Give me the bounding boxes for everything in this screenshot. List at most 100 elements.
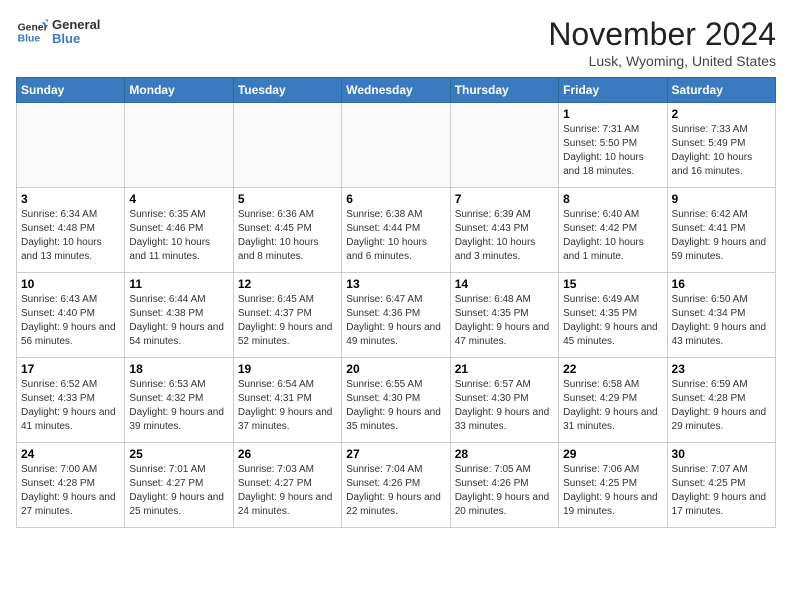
calendar-cell: 15 Sunrise: 6:49 AM Sunset: 4:35 PM Dayli… xyxy=(559,273,667,358)
calendar-cell: 26Sunrise: 7:03 AM Sunset: 4:27 PM Dayli… xyxy=(233,443,341,528)
calendar-cell: 19 Sunrise: 6:54 AM Sunset: 4:31 PM Dayli… xyxy=(233,358,341,443)
day-number: 4 xyxy=(129,192,228,206)
day-number: 29 xyxy=(563,447,662,461)
week-row-2: 3Sunrise: 6:34 AM Sunset: 4:48 PM Daylig… xyxy=(17,188,776,273)
day-info: Sunrise: 6:48 AM Sunset: 4:35 PM Dayligh… xyxy=(455,293,554,349)
day-info: Sunrise: 6:59 AM Sunset: 4:28 PM Dayligh… xyxy=(672,378,771,434)
day-info: Sunrise: 7:03 AM Sunset: 4:27 PM Dayligh… xyxy=(238,463,337,519)
day-number: 19 xyxy=(238,362,337,376)
day-info: Sunrise: 6:55 AM Sunset: 4:30 PM Dayligh… xyxy=(346,378,445,434)
header: General Blue General Blue November 2024 … xyxy=(16,16,776,69)
day-info: Sunrise: 6:49 AM Sunset: 4:35 PM Dayligh… xyxy=(563,293,662,349)
day-info: Sunrise: 7:33 AM Sunset: 5:49 PM Dayligh… xyxy=(672,123,771,179)
day-number: 24 xyxy=(21,447,120,461)
calendar-cell xyxy=(233,103,341,188)
day-number: 22 xyxy=(563,362,662,376)
calendar-header-thursday: Thursday xyxy=(450,78,558,103)
calendar-header-sunday: Sunday xyxy=(17,78,125,103)
day-number: 27 xyxy=(346,447,445,461)
calendar-cell: 13Sunrise: 6:47 AM Sunset: 4:36 PM Dayli… xyxy=(342,273,450,358)
day-number: 23 xyxy=(672,362,771,376)
calendar-cell: 14Sunrise: 6:48 AM Sunset: 4:35 PM Dayli… xyxy=(450,273,558,358)
day-info: Sunrise: 7:31 AM Sunset: 5:50 PM Dayligh… xyxy=(563,123,662,179)
logo-line2: Blue xyxy=(52,32,100,46)
calendar-cell xyxy=(342,103,450,188)
calendar-cell: 25 Sunrise: 7:01 AM Sunset: 4:27 PM Dayli… xyxy=(125,443,233,528)
day-number: 21 xyxy=(455,362,554,376)
day-info: Sunrise: 6:57 AM Sunset: 4:30 PM Dayligh… xyxy=(455,378,554,434)
svg-text:Blue: Blue xyxy=(18,34,41,45)
day-info: Sunrise: 6:47 AM Sunset: 4:36 PM Dayligh… xyxy=(346,293,445,349)
calendar-cell: 20Sunrise: 6:55 AM Sunset: 4:30 PM Dayli… xyxy=(342,358,450,443)
calendar-cell: 12Sunrise: 6:45 AM Sunset: 4:37 PM Dayli… xyxy=(233,273,341,358)
calendar-cell: 22 Sunrise: 6:58 AM Sunset: 4:29 PM Dayli… xyxy=(559,358,667,443)
day-number: 5 xyxy=(238,192,337,206)
title-block: November 2024 Lusk, Wyoming, United Stat… xyxy=(548,16,776,69)
calendar-cell: 5Sunrise: 6:36 AM Sunset: 4:45 PM Daylig… xyxy=(233,188,341,273)
logo-text: General Blue xyxy=(52,18,100,47)
calendar-cell: 23 Sunrise: 6:59 AM Sunset: 4:28 PM Dayli… xyxy=(667,358,775,443)
week-row-4: 17 Sunrise: 6:52 AM Sunset: 4:33 PM Dayli… xyxy=(17,358,776,443)
day-info: Sunrise: 6:50 AM Sunset: 4:34 PM Dayligh… xyxy=(672,293,771,349)
week-row-1: 1Sunrise: 7:31 AM Sunset: 5:50 PM Daylig… xyxy=(17,103,776,188)
calendar-header-row: SundayMondayTuesdayWednesdayThursdayFrid… xyxy=(17,78,776,103)
day-info: Sunrise: 6:42 AM Sunset: 4:41 PM Dayligh… xyxy=(672,208,771,264)
calendar-cell: 1Sunrise: 7:31 AM Sunset: 5:50 PM Daylig… xyxy=(559,103,667,188)
calendar-header-wednesday: Wednesday xyxy=(342,78,450,103)
day-info: Sunrise: 6:52 AM Sunset: 4:33 PM Dayligh… xyxy=(21,378,120,434)
logo: General Blue General Blue xyxy=(16,16,100,48)
day-info: Sunrise: 6:43 AM Sunset: 4:40 PM Dayligh… xyxy=(21,293,120,349)
calendar-cell: 16 Sunrise: 6:50 AM Sunset: 4:34 PM Dayli… xyxy=(667,273,775,358)
day-number: 10 xyxy=(21,277,120,291)
calendar-header-tuesday: Tuesday xyxy=(233,78,341,103)
day-info: Sunrise: 6:44 AM Sunset: 4:38 PM Dayligh… xyxy=(129,293,228,349)
calendar-cell xyxy=(17,103,125,188)
logo-icon: General Blue xyxy=(16,16,48,48)
day-number: 18 xyxy=(129,362,228,376)
calendar-cell: 9 Sunrise: 6:42 AM Sunset: 4:41 PM Daylig… xyxy=(667,188,775,273)
day-number: 11 xyxy=(129,277,228,291)
calendar-cell: 3Sunrise: 6:34 AM Sunset: 4:48 PM Daylig… xyxy=(17,188,125,273)
calendar-cell: 2 Sunrise: 7:33 AM Sunset: 5:49 PM Daylig… xyxy=(667,103,775,188)
calendar-cell: 6Sunrise: 6:38 AM Sunset: 4:44 PM Daylig… xyxy=(342,188,450,273)
day-number: 25 xyxy=(129,447,228,461)
calendar-cell xyxy=(450,103,558,188)
day-info: Sunrise: 6:54 AM Sunset: 4:31 PM Dayligh… xyxy=(238,378,337,434)
day-info: Sunrise: 6:45 AM Sunset: 4:37 PM Dayligh… xyxy=(238,293,337,349)
day-info: Sunrise: 7:00 AM Sunset: 4:28 PM Dayligh… xyxy=(21,463,120,519)
calendar-cell xyxy=(125,103,233,188)
calendar-cell: 4Sunrise: 6:35 AM Sunset: 4:46 PM Daylig… xyxy=(125,188,233,273)
calendar-cell: 10 Sunrise: 6:43 AM Sunset: 4:40 PM Dayli… xyxy=(17,273,125,358)
day-info: Sunrise: 7:06 AM Sunset: 4:25 PM Dayligh… xyxy=(563,463,662,519)
day-number: 7 xyxy=(455,192,554,206)
day-number: 15 xyxy=(563,277,662,291)
day-info: Sunrise: 7:04 AM Sunset: 4:26 PM Dayligh… xyxy=(346,463,445,519)
calendar-cell: 7 Sunrise: 6:39 AM Sunset: 4:43 PM Daylig… xyxy=(450,188,558,273)
day-info: Sunrise: 6:40 AM Sunset: 4:42 PM Dayligh… xyxy=(563,208,662,264)
calendar-cell: 24 Sunrise: 7:00 AM Sunset: 4:28 PM Dayli… xyxy=(17,443,125,528)
week-row-3: 10 Sunrise: 6:43 AM Sunset: 4:40 PM Dayli… xyxy=(17,273,776,358)
day-number: 16 xyxy=(672,277,771,291)
calendar-cell: 11 Sunrise: 6:44 AM Sunset: 4:38 PM Dayli… xyxy=(125,273,233,358)
calendar-cell: 27 Sunrise: 7:04 AM Sunset: 4:26 PM Dayli… xyxy=(342,443,450,528)
calendar-cell: 28Sunrise: 7:05 AM Sunset: 4:26 PM Dayli… xyxy=(450,443,558,528)
day-info: Sunrise: 6:58 AM Sunset: 4:29 PM Dayligh… xyxy=(563,378,662,434)
day-info: Sunrise: 7:07 AM Sunset: 4:25 PM Dayligh… xyxy=(672,463,771,519)
day-number: 9 xyxy=(672,192,771,206)
calendar-header-saturday: Saturday xyxy=(667,78,775,103)
day-number: 2 xyxy=(672,107,771,121)
day-number: 30 xyxy=(672,447,771,461)
day-info: Sunrise: 7:05 AM Sunset: 4:26 PM Dayligh… xyxy=(455,463,554,519)
day-info: Sunrise: 6:39 AM Sunset: 4:43 PM Dayligh… xyxy=(455,208,554,264)
day-info: Sunrise: 6:34 AM Sunset: 4:48 PM Dayligh… xyxy=(21,208,120,264)
calendar-header-friday: Friday xyxy=(559,78,667,103)
calendar-cell: 21 Sunrise: 6:57 AM Sunset: 4:30 PM Dayli… xyxy=(450,358,558,443)
calendar-cell: 8Sunrise: 6:40 AM Sunset: 4:42 PM Daylig… xyxy=(559,188,667,273)
logo-line1: General xyxy=(52,18,100,32)
week-row-5: 24 Sunrise: 7:00 AM Sunset: 4:28 PM Dayli… xyxy=(17,443,776,528)
calendar-header-monday: Monday xyxy=(125,78,233,103)
day-info: Sunrise: 7:01 AM Sunset: 4:27 PM Dayligh… xyxy=(129,463,228,519)
month-title: November 2024 xyxy=(548,16,776,53)
location-title: Lusk, Wyoming, United States xyxy=(548,53,776,69)
day-number: 17 xyxy=(21,362,120,376)
